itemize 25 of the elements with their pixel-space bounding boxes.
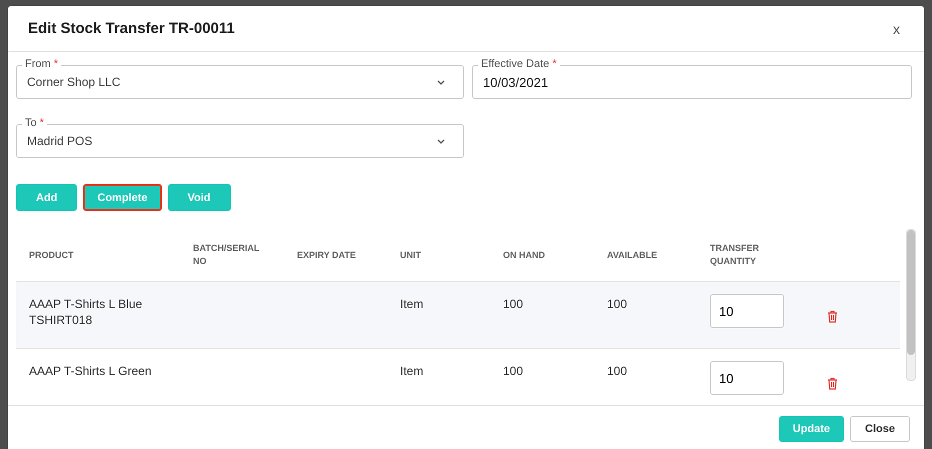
- column-header: EXPIRY DATE: [297, 248, 357, 262]
- table-cell-text: Item: [400, 296, 424, 312]
- product-cell-text: AAAP T-Shirts L Blue TSHIRT018: [29, 296, 144, 328]
- close-button[interactable]: x: [889, 20, 904, 36]
- quantity-input[interactable]: 10: [710, 294, 784, 328]
- column-header: BATCH/SERIAL NO: [193, 242, 260, 268]
- chevron-down-icon: [437, 138, 445, 144]
- chevron-down-icon: [437, 80, 445, 84]
- column-header: UNIT: [400, 248, 422, 262]
- table-cell-text: 100: [503, 296, 524, 312]
- column-header: PRODUCT: [29, 248, 74, 262]
- close-button[interactable]: Close: [850, 416, 910, 442]
- scrollbar[interactable]: [906, 229, 916, 381]
- table-cell-text: Item: [400, 363, 424, 379]
- dialog-title: Edit Stock Transfer TR-00011: [28, 20, 235, 37]
- trash-icon[interactable]: [827, 310, 838, 323]
- column-header: ON HAND: [503, 248, 546, 262]
- column-header: TRANSFER QUANTITY: [710, 242, 760, 268]
- table-cell-text: 100: [607, 363, 628, 379]
- table-cell-text: 100: [607, 296, 628, 312]
- quantity-input[interactable]: 10: [710, 361, 784, 395]
- product-cell-text: AAAP T-Shirts L Green: [29, 363, 153, 379]
- trash-icon[interactable]: [827, 377, 838, 390]
- table-cell-text: 100: [503, 363, 524, 379]
- column-header: AVAILABLE: [607, 248, 658, 262]
